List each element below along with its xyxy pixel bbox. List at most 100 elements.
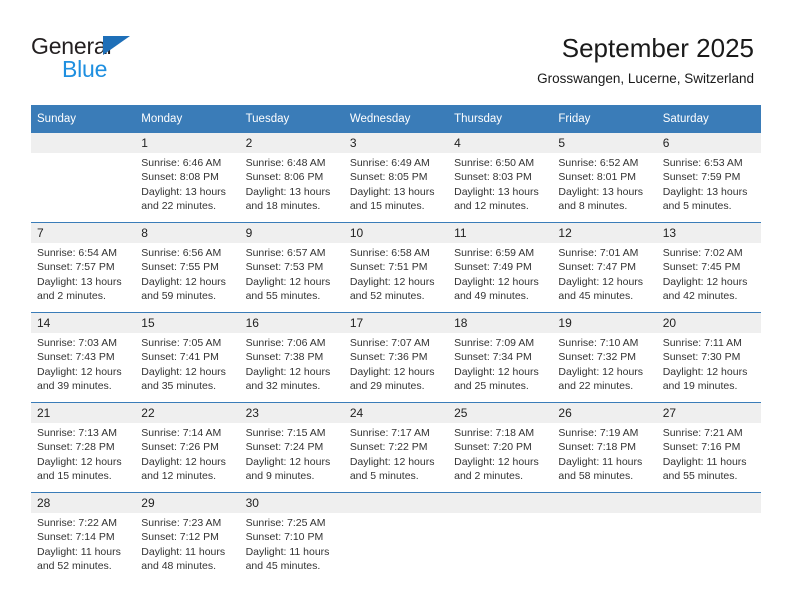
day-info-line: Sunset: 7:22 PM bbox=[349, 441, 428, 454]
calendar-day-cell[interactable]: 8 Sunrise: 6:56 AM Sunset: 7:55 PM Daylight… bbox=[135, 222, 240, 313]
day-info-line: Daylight: 11 hours bbox=[558, 455, 643, 468]
calendar-body: 1 Sunrise: 6:46 AM Sunset: 8:08 PM Daylight… bbox=[31, 133, 761, 582]
day-info-line: Daylight: 12 hours bbox=[662, 275, 748, 288]
day-info-line: and 9 minutes. bbox=[245, 470, 315, 483]
calendar-day-cell[interactable]: 29 Sunrise: 7:23 AM Sunset: 7:12 PM Dayligh… bbox=[135, 492, 240, 582]
calendar-day-cell[interactable]: 16 Sunrise: 7:06 AM Sunset: 7:38 PM Dayligh… bbox=[239, 312, 344, 403]
day-info-line: Sunset: 7:28 PM bbox=[37, 441, 115, 454]
day-info-line: Sunrise: 6:50 AM bbox=[454, 157, 535, 169]
day-info-line: Sunset: 7:30 PM bbox=[662, 351, 741, 364]
weekday-header-wednesday: Wednesday bbox=[343, 105, 449, 133]
calendar-day-cell[interactable]: 11 Sunrise: 6:59 AM Sunset: 7:49 PM Dayligh… bbox=[448, 222, 553, 313]
day-sun-info: Sunrise: 7:21 AM Sunset: 7:16 PM Daylight:… bbox=[657, 423, 761, 484]
day-number: 24 bbox=[343, 403, 449, 423]
day-number: 7 bbox=[31, 223, 136, 243]
day-info-line: Daylight: 12 hours bbox=[141, 275, 226, 288]
calendar-day-cell[interactable]: 12 Sunrise: 7:01 AM Sunset: 7:47 PM Dayligh… bbox=[552, 222, 657, 313]
day-number: 3 bbox=[343, 133, 449, 153]
calendar-empty-cell bbox=[552, 492, 657, 582]
calendar-day-cell[interactable]: 7 Sunrise: 6:54 AM Sunset: 7:57 PM Daylight… bbox=[31, 222, 136, 313]
day-sun-info: Sunrise: 6:57 AM Sunset: 7:53 PM Daylight:… bbox=[240, 243, 344, 304]
day-sun-info: Sunrise: 6:50 AM Sunset: 8:03 PM Daylight:… bbox=[448, 153, 552, 214]
day-number: 15 bbox=[135, 313, 240, 333]
calendar-day-cell[interactable]: 3 Sunrise: 6:49 AM Sunset: 8:05 PM Daylight… bbox=[343, 133, 449, 223]
day-info-line: Daylight: 12 hours bbox=[245, 275, 331, 288]
day-info-line: Daylight: 13 hours bbox=[245, 185, 331, 198]
day-number: 28 bbox=[31, 493, 136, 513]
day-info-line: Daylight: 11 hours bbox=[245, 545, 330, 558]
day-number: 5 bbox=[552, 133, 657, 153]
calendar-day-cell[interactable]: 5 Sunrise: 6:52 AM Sunset: 8:01 PM Daylight… bbox=[552, 133, 657, 223]
day-info-line: and 5 minutes. bbox=[662, 200, 732, 213]
day-number: 27 bbox=[656, 403, 761, 423]
calendar-day-cell[interactable]: 21 Sunrise: 7:13 AM Sunset: 7:28 PM Dayligh… bbox=[31, 402, 136, 493]
day-info-line: Sunrise: 6:57 AM bbox=[245, 247, 326, 259]
day-info-line: and 58 minutes. bbox=[558, 470, 634, 483]
day-number: 2 bbox=[239, 133, 344, 153]
calendar-day-cell[interactable]: 9 Sunrise: 6:57 AM Sunset: 7:53 PM Daylight… bbox=[239, 222, 344, 313]
calendar-day-cell[interactable]: 14 Sunrise: 7:03 AM Sunset: 7:43 PM Dayligh… bbox=[31, 312, 136, 403]
day-info-line: Daylight: 12 hours bbox=[245, 455, 331, 468]
calendar-day-cell[interactable]: 1 Sunrise: 6:46 AM Sunset: 8:08 PM Daylight… bbox=[135, 133, 240, 223]
day-info-line: Sunset: 7:34 PM bbox=[454, 351, 532, 364]
calendar-day-cell[interactable]: 28 Sunrise: 7:22 AM Sunset: 7:14 PM Dayligh… bbox=[31, 492, 136, 582]
day-number: 29 bbox=[135, 493, 240, 513]
day-info-line: Sunset: 7:14 PM bbox=[37, 531, 115, 544]
day-info-line: and 22 minutes. bbox=[141, 200, 216, 213]
day-info-line: Sunrise: 6:48 AM bbox=[245, 157, 326, 169]
calendar-week-row: 28 Sunrise: 7:22 AM Sunset: 7:14 PM Dayligh… bbox=[31, 492, 761, 582]
day-sun-info: Sunrise: 7:03 AM Sunset: 7:43 PM Daylight:… bbox=[31, 333, 135, 394]
day-info-line: Daylight: 12 hours bbox=[245, 365, 331, 378]
calendar-page: General Blue September 2025 Grosswangen,… bbox=[0, 0, 792, 612]
day-info-line: Sunrise: 7:23 AM bbox=[141, 517, 222, 529]
calendar-day-cell[interactable]: 20 Sunrise: 7:11 AM Sunset: 7:30 PM Dayligh… bbox=[656, 312, 761, 403]
day-info-line: Sunset: 7:38 PM bbox=[245, 351, 324, 364]
day-info-line: and 5 minutes. bbox=[349, 470, 419, 483]
day-number: 6 bbox=[656, 133, 761, 153]
calendar-day-cell[interactable]: 13 Sunrise: 7:02 AM Sunset: 7:45 PM Dayligh… bbox=[656, 222, 761, 313]
calendar-day-cell[interactable]: 19 Sunrise: 7:10 AM Sunset: 7:32 PM Dayligh… bbox=[552, 312, 657, 403]
day-number bbox=[31, 133, 136, 153]
calendar-day-cell[interactable]: 2 Sunrise: 6:48 AM Sunset: 8:06 PM Daylight… bbox=[239, 133, 344, 223]
day-number: 20 bbox=[656, 313, 761, 333]
day-info-line: and 49 minutes. bbox=[454, 290, 529, 303]
calendar-day-cell[interactable]: 30 Sunrise: 7:25 AM Sunset: 7:10 PM Dayligh… bbox=[239, 492, 344, 582]
calendar-day-cell[interactable]: 4 Sunrise: 6:50 AM Sunset: 8:03 PM Daylight… bbox=[448, 133, 553, 223]
calendar-grid: Sunday Monday Tuesday Wednesday Thursday… bbox=[31, 105, 761, 582]
calendar-day-cell[interactable]: 25 Sunrise: 7:18 AM Sunset: 7:20 PM Dayligh… bbox=[448, 402, 553, 493]
day-info-line: Sunset: 7:36 PM bbox=[349, 351, 428, 364]
day-info-line: Daylight: 12 hours bbox=[558, 275, 644, 288]
day-number bbox=[343, 493, 449, 513]
calendar-day-cell[interactable]: 24 Sunrise: 7:17 AM Sunset: 7:22 PM Dayligh… bbox=[343, 402, 449, 493]
calendar-empty-cell bbox=[343, 492, 449, 582]
page-title: September 2025 bbox=[561, 33, 754, 63]
weekday-header-thursday: Thursday bbox=[448, 105, 553, 133]
brand-name-blue: Blue bbox=[62, 56, 108, 82]
day-number: 13 bbox=[656, 223, 761, 243]
calendar-day-cell[interactable]: 26 Sunrise: 7:19 AM Sunset: 7:18 PM Dayligh… bbox=[552, 402, 657, 493]
day-info-line: Sunset: 7:47 PM bbox=[558, 261, 637, 274]
calendar-day-cell[interactable]: 27 Sunrise: 7:21 AM Sunset: 7:16 PM Dayligh… bbox=[656, 402, 761, 493]
day-info-line: and 18 minutes. bbox=[245, 200, 321, 213]
calendar-day-cell[interactable]: 18 Sunrise: 7:09 AM Sunset: 7:34 PM Dayligh… bbox=[448, 312, 553, 403]
day-sun-info: Sunrise: 7:06 AM Sunset: 7:38 PM Daylight:… bbox=[240, 333, 344, 394]
calendar-day-cell[interactable]: 10 Sunrise: 6:58 AM Sunset: 7:51 PM Dayligh… bbox=[343, 222, 449, 313]
calendar-day-cell[interactable]: 17 Sunrise: 7:07 AM Sunset: 7:36 PM Dayligh… bbox=[343, 312, 449, 403]
day-info-line: Daylight: 11 hours bbox=[662, 455, 747, 468]
day-info-line: Daylight: 13 hours bbox=[662, 185, 748, 198]
day-info-line: Sunrise: 7:07 AM bbox=[349, 337, 430, 349]
calendar-day-cell[interactable]: 22 Sunrise: 7:14 AM Sunset: 7:26 PM Dayligh… bbox=[135, 402, 240, 493]
day-info-line: Sunset: 8:08 PM bbox=[141, 171, 219, 184]
day-info-line: Sunset: 8:06 PM bbox=[245, 171, 324, 184]
brand-logo[interactable]: General Blue bbox=[31, 33, 251, 85]
day-info-line: Sunrise: 6:49 AM bbox=[349, 157, 430, 169]
day-number: 21 bbox=[31, 403, 136, 423]
calendar-day-cell[interactable]: 23 Sunrise: 7:15 AM Sunset: 7:24 PM Dayligh… bbox=[239, 402, 344, 493]
calendar-day-cell[interactable]: 6 Sunrise: 6:53 AM Sunset: 7:59 PM Daylight… bbox=[656, 133, 761, 223]
calendar-day-cell[interactable]: 15 Sunrise: 7:05 AM Sunset: 7:41 PM Dayligh… bbox=[135, 312, 240, 403]
day-sun-info: Sunrise: 6:58 AM Sunset: 7:51 PM Daylight:… bbox=[344, 243, 448, 304]
day-number: 22 bbox=[135, 403, 240, 423]
day-info-line: Sunrise: 7:21 AM bbox=[662, 427, 743, 439]
day-number: 10 bbox=[343, 223, 449, 243]
day-info-line: Daylight: 13 hours bbox=[37, 275, 122, 288]
